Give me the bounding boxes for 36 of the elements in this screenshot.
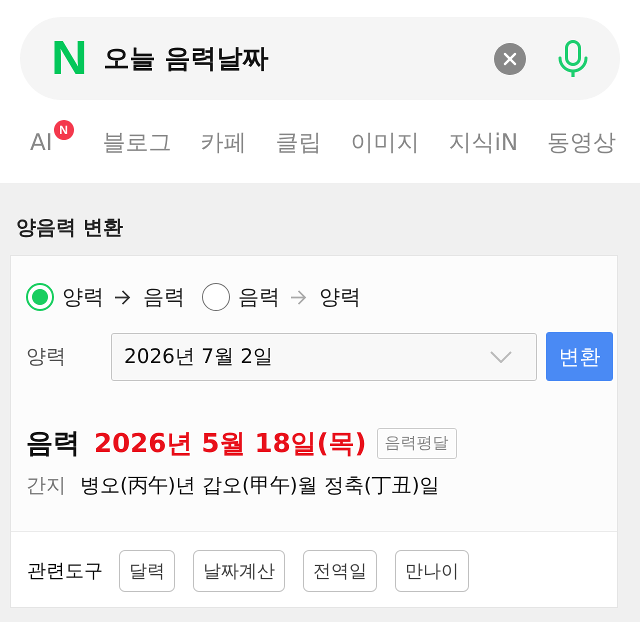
ganji-text: 병오(丙午)년 갑오(甲午)월 정축(丁丑)일	[80, 472, 440, 499]
search-query: 오늘 음력날짜	[104, 43, 270, 76]
radio-button[interactable]	[202, 283, 230, 311]
search-tab[interactable]: 블로그	[102, 126, 172, 160]
mode-to-label: 음력	[143, 284, 185, 311]
mode-from-label: 음력	[238, 284, 280, 311]
month-type-tag: 음력평달	[376, 428, 457, 458]
microphone-icon[interactable]	[558, 40, 588, 78]
chevron-down-icon	[490, 350, 512, 362]
search-tab[interactable]: 동영상	[547, 126, 616, 160]
search-tab[interactable]: 클립	[276, 126, 322, 160]
ganji-label: 간지	[26, 472, 66, 499]
convert-button[interactable]: 변환	[546, 332, 613, 381]
logo: N	[51, 34, 87, 82]
tool-link[interactable]: 달력	[119, 550, 175, 592]
search-tab[interactable]: 이미지	[350, 126, 420, 160]
section-title: 양음력 변환	[16, 214, 123, 241]
radio-button[interactable]	[26, 283, 54, 311]
search-tab[interactable]: 지식iN	[448, 126, 518, 160]
result-label: 음력	[26, 427, 80, 461]
tool-link[interactable]: 전역일	[303, 550, 377, 592]
search-tab[interactable]: 카페	[200, 126, 247, 160]
mode-from-label: 양력	[62, 284, 104, 311]
tool-link[interactable]: 만나이	[395, 550, 469, 592]
arrow-right-icon	[114, 290, 131, 304]
search-tab[interactable]: AI	[30, 126, 53, 160]
new-badge: N	[54, 120, 74, 140]
tool-link[interactable]: 날짜계산	[193, 550, 285, 592]
lunar-date: 2026년 5월 18일(목)	[94, 428, 367, 460]
mode-to-label: 양력	[319, 284, 361, 311]
date-select[interactable]: 2026년 7월 2일	[111, 332, 537, 380]
clear-button[interactable]	[494, 42, 526, 74]
date-label: 양력	[26, 343, 67, 370]
search-field[interactable]: N 오늘 음력날짜	[20, 17, 620, 100]
tools-label: 관련도구	[27, 559, 103, 584]
arrow-right-icon	[290, 290, 307, 304]
